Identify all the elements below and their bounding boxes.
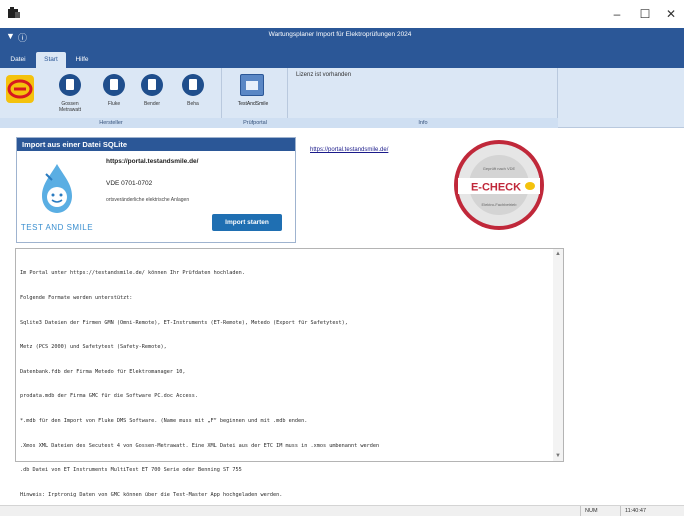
group-label-pruefportal: Prüfportal — [222, 118, 288, 128]
document-icon — [182, 74, 204, 96]
portal-icon[interactable] — [240, 74, 264, 96]
scroll-down-icon[interactable]: ▼ — [553, 451, 563, 461]
window-title: Wartungsplaner Import für Elektroprüfung… — [268, 31, 412, 38]
vertical-scrollbar[interactable] — [553, 249, 563, 461]
group-label-hersteller: Hersteller — [0, 118, 222, 128]
close-button[interactable]: ✕ — [658, 4, 684, 24]
document-icon — [103, 74, 125, 96]
text-line: Sqlite3 Dateien der Firmen GMN (Omni-Rem… — [20, 319, 348, 326]
description-text: ortsveränderliche elektrische Anlagen — [106, 197, 190, 203]
text-line: Im Portal unter https://testandsmile.de/… — [20, 270, 245, 277]
tab-datei[interactable]: Datei — [6, 52, 30, 68]
import-start-button[interactable]: Import starten — [212, 214, 282, 231]
text-line: Metz (PCS 2000) und Safetytest (Safety-R… — [20, 344, 167, 351]
tab-start[interactable]: Start — [36, 52, 66, 68]
text-line: Hinweis: Irptronig Daten von GMC können … — [20, 491, 283, 498]
text-line: Datenbank.fdb der Firma Metedo für Elekt… — [20, 368, 186, 375]
scroll-up-icon[interactable]: ▲ — [553, 249, 563, 259]
import-card-header: Import aus einer Datei SQLite — [17, 138, 295, 151]
info-icon[interactable]: ⓘ — [18, 31, 27, 44]
bender-button[interactable]: Bender — [137, 72, 167, 116]
text-line: .db Datei von ET Instruments MultiTest E… — [20, 467, 242, 474]
document-icon — [141, 74, 163, 96]
gossen-metrawatt-label: Gossen Metrawatt — [59, 101, 81, 113]
beha-button[interactable]: Beha — [178, 72, 208, 116]
e-logo-icon — [6, 75, 34, 103]
app-icon — [7, 7, 21, 20]
maximize-button[interactable]: ☐ — [632, 4, 658, 24]
application-window: – ☐ ✕ ▼ ⓘ Wartungsplaner Import für Elek… — [0, 0, 684, 516]
text-line: .Xmos XML Dateien des Secutest 4 von Gos… — [20, 442, 380, 449]
status-num: NUM — [580, 506, 616, 516]
test-and-smile-logo-text: TEST AND SMILE — [20, 223, 94, 232]
portal-button-label[interactable]: TestAndSmile — [228, 101, 278, 107]
svg-text:E-CHECK: E-CHECK — [471, 182, 521, 194]
quick-access-dropdown-icon[interactable]: ▼ — [6, 31, 15, 41]
title-bar — [0, 0, 684, 28]
status-time: 11:40:47 — [620, 506, 680, 516]
fluke-button[interactable]: Fluke — [99, 72, 129, 116]
group-label-info: Info — [288, 118, 558, 128]
minimize-button[interactable]: – — [604, 4, 630, 24]
bender-label: Bender — [143, 101, 161, 107]
document-icon — [59, 74, 81, 96]
text-line: prodata.mdb der Firma GMC für die Softwa… — [20, 393, 199, 400]
portal-url-text: https://portal.testandsmile.de/ — [106, 158, 199, 165]
fluke-label: Fluke — [107, 101, 121, 107]
text-line: Folgende Formate werden unterstützt: — [20, 295, 133, 302]
vde-norm-text: VDE 0701-0702 — [106, 180, 153, 187]
beha-label: Beha — [187, 101, 199, 107]
tab-hilfe[interactable]: Hilfe — [70, 52, 94, 68]
portal-link[interactable]: https://portal.testandsmile.de/ — [310, 147, 388, 153]
gossen-metrawatt-button[interactable]: Gossen Metrawatt — [55, 72, 85, 116]
svg-text:Geprüft nach VDE: Geprüft nach VDE — [483, 166, 516, 171]
license-info-text: Lizenz ist vorhanden — [296, 72, 352, 78]
text-line: *.mdb für den Import von Fluke DMS Softw… — [20, 418, 308, 425]
info-text-lines: Im Portal unter https://testandsmile.de/… — [20, 253, 548, 516]
svg-text:Elektro-Fachbetrieb: Elektro-Fachbetrieb — [482, 202, 518, 207]
e-check-seal: E-CHECK Geprüft nach VDE Elektro-Fachbet… — [452, 138, 546, 232]
